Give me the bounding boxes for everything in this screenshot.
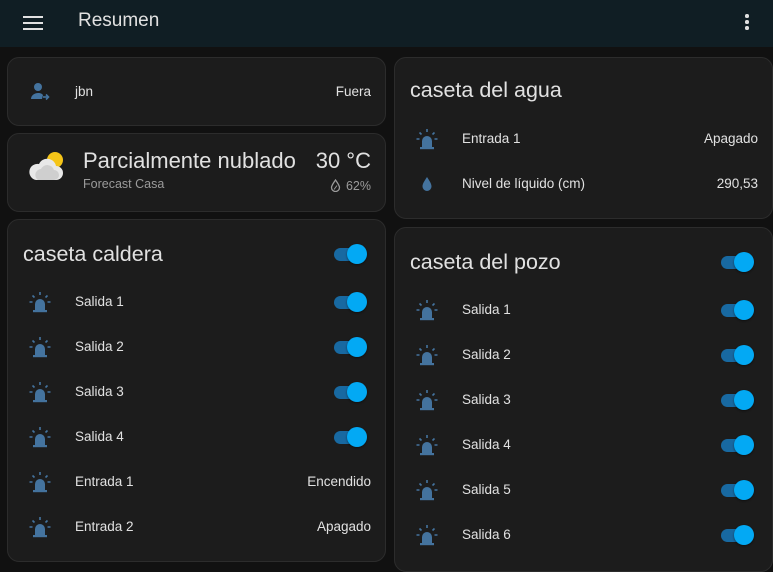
caldera-header-toggle[interactable] [332,243,368,265]
person-state: Fuera [335,84,371,99]
row-toggle[interactable] [719,389,755,411]
alarm-light-icon [415,479,439,501]
row-toggle[interactable] [719,524,755,546]
row-toggle[interactable] [332,381,368,403]
row-label: Salida 1 [462,302,511,317]
row-toggle[interactable] [332,336,368,358]
agua-entrada-row[interactable]: Entrada 1 Apagado [395,127,772,151]
caldera-row[interactable]: Salida 1 [8,290,385,314]
card-title: caseta del agua [410,78,562,102]
row-label: Entrada 1 [462,131,521,146]
pozo-header-toggle[interactable] [719,251,755,273]
row-toggle[interactable] [332,426,368,448]
row-label: Salida 6 [462,527,511,542]
row-label: Salida 1 [75,294,124,309]
pozo-row[interactable]: Salida 2 [395,343,772,367]
row-state: Apagado [703,131,758,146]
row-label: Entrada 2 [75,519,134,534]
pozo-card: caseta del pozo Salida 1 Salida 2 Salida 3… [394,227,773,572]
person-name: jbn [75,84,94,99]
row-label: Salida 4 [462,437,511,452]
pozo-row[interactable]: Salida 4 [395,433,772,457]
agua-card: caseta del agua Entrada 1 Apagado Nivel … [394,57,773,219]
row-toggle[interactable] [719,434,755,456]
alarm-light-icon [28,291,52,313]
caldera-row[interactable]: Salida 4 [8,425,385,449]
alarm-light-icon [415,434,439,456]
alarm-light-icon [28,381,52,403]
row-state: Encendido [307,474,371,489]
caldera-row[interactable]: Entrada 1 Encendido [8,470,385,494]
card-title: caseta caldera [23,242,163,266]
pozo-row[interactable]: Salida 1 [395,298,772,322]
person-row[interactable]: jbn Fuera [8,80,385,104]
water-drop-icon [415,173,439,195]
caldera-row[interactable]: Salida 2 [8,335,385,359]
caldera-row[interactable]: Entrada 2 Apagado [8,515,385,539]
alarm-light-icon [415,128,439,150]
alarm-light-icon [28,516,52,538]
alarm-light-icon [28,426,52,448]
caldera-card: caseta caldera Salida 1 Salida 2 Salida 3 S… [7,219,386,562]
menu-icon[interactable] [22,13,44,33]
alarm-light-icon [415,524,439,546]
humidity-icon [330,179,341,192]
agua-nivel-row[interactable]: Nivel de líquido (cm) 290,53 [395,172,772,196]
alarm-light-icon [415,299,439,321]
weather-condition: Parcialmente nublado [83,148,296,173]
row-label: Salida 2 [462,347,511,362]
weather-humidity: 62% [330,179,371,193]
row-toggle[interactable] [332,291,368,313]
page-title: Resumen [78,10,160,31]
dots-vertical-icon[interactable] [738,12,756,34]
card-title: caseta del pozo [410,250,561,274]
alarm-light-icon [415,344,439,366]
row-state: 290,53 [716,176,758,191]
pozo-row[interactable]: Salida 6 [395,523,772,547]
pozo-row[interactable]: Salida 5 [395,478,772,502]
row-label: Salida 3 [462,392,511,407]
row-label: Salida 4 [75,429,124,444]
partly-cloudy-icon [26,150,68,184]
alarm-light-icon [28,336,52,358]
weather-location: Forecast Casa [83,177,165,191]
top-app-bar: Resumen [0,0,773,47]
row-label: Salida 5 [462,482,511,497]
row-toggle[interactable] [719,344,755,366]
alarm-light-icon [415,389,439,411]
pozo-row[interactable]: Salida 3 [395,388,772,412]
row-label: Entrada 1 [75,474,134,489]
weather-temperature: 30 °C [315,148,371,173]
person-card: jbn Fuera [7,57,386,126]
row-label: Nivel de líquido (cm) [462,176,586,191]
weather-humidity-value: 62% [345,179,371,193]
alarm-light-icon [28,471,52,493]
row-toggle[interactable] [719,299,755,321]
row-state: Apagado [316,519,371,534]
row-label: Salida 3 [75,384,124,399]
row-toggle[interactable] [719,479,755,501]
weather-card[interactable]: Parcialmente nublado Forecast Casa 30 °C… [7,133,386,212]
account-arrow-right-icon [28,81,52,103]
row-label: Salida 2 [75,339,124,354]
caldera-row[interactable]: Salida 3 [8,380,385,404]
